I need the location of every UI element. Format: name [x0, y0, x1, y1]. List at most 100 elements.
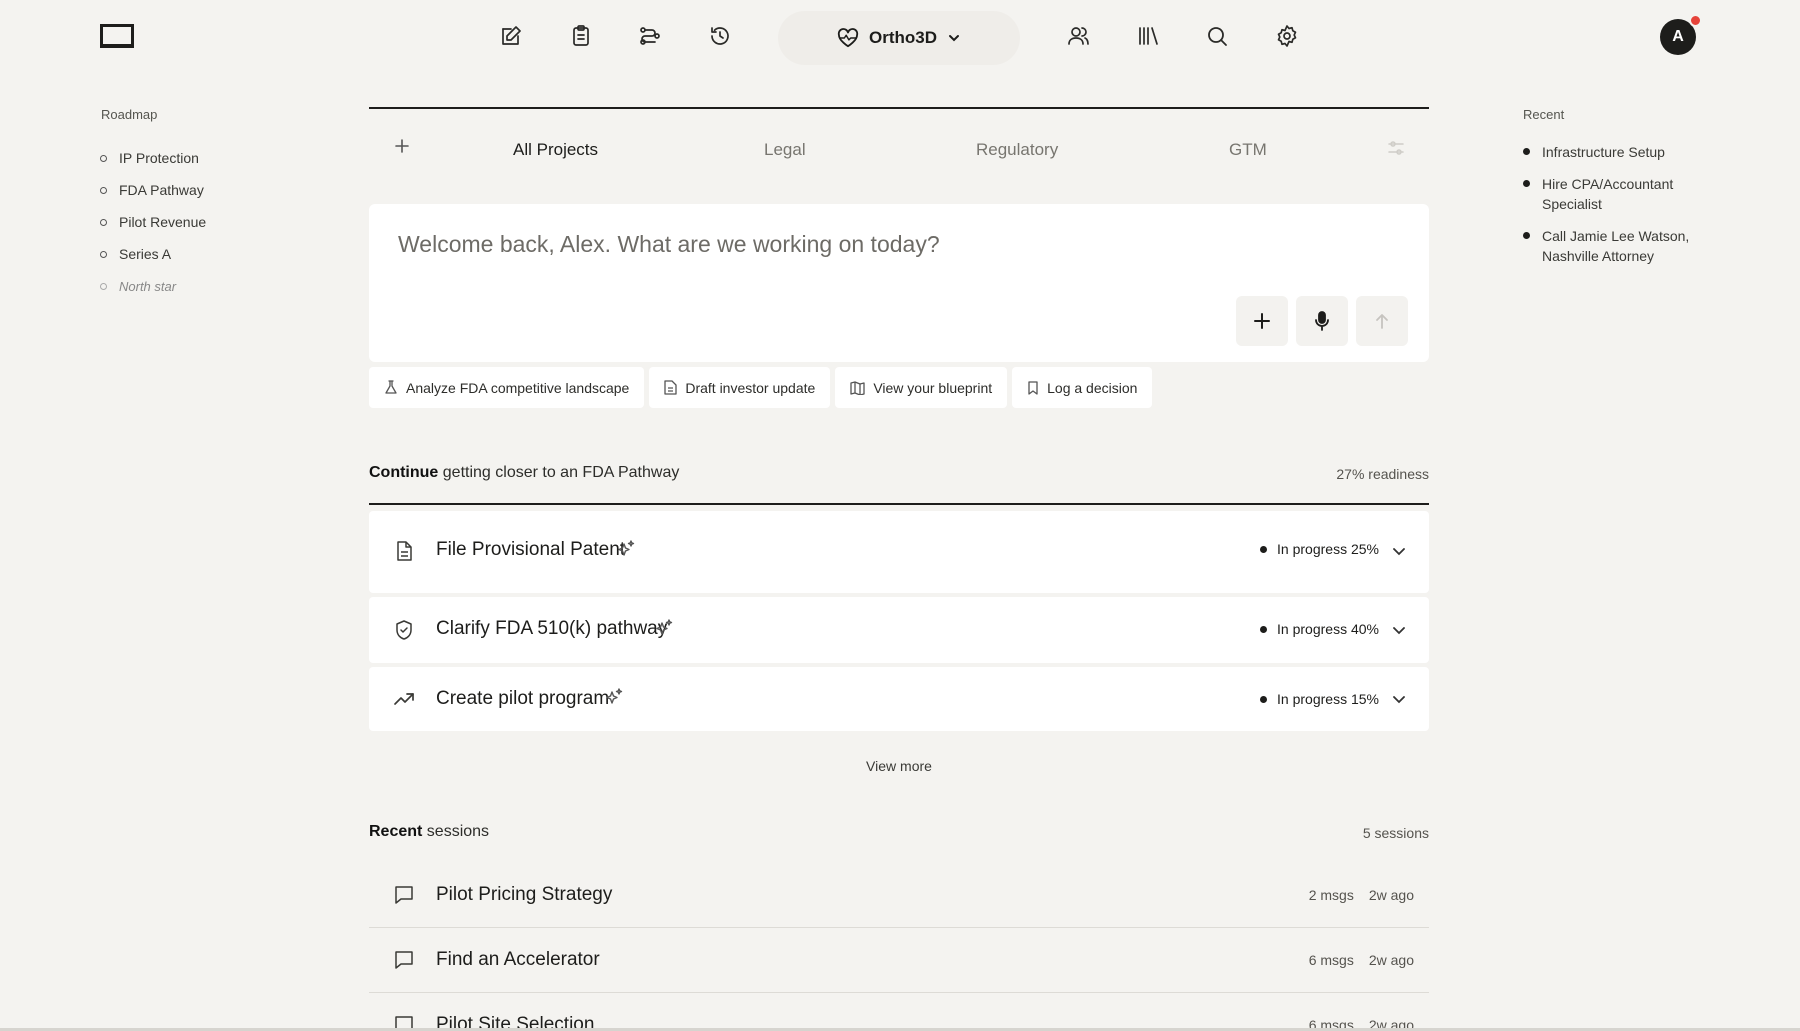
roadmap-title: Roadmap	[101, 107, 158, 122]
circle-icon	[100, 218, 107, 226]
roadmap-item-label: Pilot Revenue	[119, 214, 207, 230]
tab-all-projects[interactable]: All Projects	[513, 140, 598, 160]
add-tab-icon[interactable]	[394, 138, 410, 154]
chip-draft-investor-update[interactable]: Draft investor update	[649, 367, 831, 408]
project-name: Ortho3D	[869, 28, 937, 47]
chevron-down-icon	[947, 31, 961, 45]
status-badge: In progress 40%	[1260, 621, 1379, 637]
document-icon	[664, 380, 677, 395]
suggestion-chips: Analyze FDA competitive landscape Draft …	[369, 367, 1429, 408]
chip-label: Draft investor update	[685, 379, 816, 396]
flask-icon	[384, 380, 398, 395]
status-badge: In progress 15%	[1260, 691, 1379, 707]
session-row[interactable]: Find an Accelerator 6 msgs 2w ago	[369, 928, 1429, 993]
people-icon[interactable]	[1066, 24, 1090, 48]
sessions-heading: Recent sessions	[369, 823, 490, 840]
gear-icon[interactable]	[1275, 24, 1299, 48]
session-meta: 2 msgs 2w ago	[1308, 887, 1414, 903]
notification-dot	[1689, 14, 1702, 27]
tab-legal[interactable]: Legal	[764, 140, 806, 160]
circle-icon	[100, 282, 107, 290]
trend-up-icon	[393, 688, 415, 710]
recent-list: Infrastructure Setup Hire CPA/Accountant…	[1523, 142, 1693, 278]
chip-analyze-fda[interactable]: Analyze FDA competitive landscape	[369, 367, 645, 408]
roadmap-item-label: North star	[119, 278, 177, 294]
recent-item-label: Call Jamie Lee Watson, Nashville Attorne…	[1542, 228, 1690, 264]
history-icon[interactable]	[708, 24, 732, 48]
chip-view-blueprint[interactable]: View your blueprint	[835, 367, 1008, 408]
roadmap-item[interactable]: Series A	[100, 238, 206, 270]
readiness-label: 27% readiness	[1336, 466, 1429, 482]
task-row[interactable]: Create pilot program In progress 15%	[369, 667, 1429, 731]
session-row[interactable]: Pilot Pricing Strategy 2 msgs 2w ago	[369, 863, 1429, 928]
sparkle-icon	[605, 688, 623, 706]
session-row[interactable]: Pilot Site Selection 6 msgs 2w ago	[369, 993, 1429, 1031]
roadmap-item-north-star[interactable]: North star	[100, 270, 206, 302]
chip-label: Log a decision	[1047, 379, 1138, 396]
tab-gtm[interactable]: GTM	[1229, 140, 1267, 160]
roadmap-item-label: FDA Pathway	[119, 182, 204, 198]
divider	[369, 503, 1429, 505]
sparkle-icon	[617, 540, 635, 558]
project-switcher[interactable]: Ortho3D	[778, 11, 1020, 65]
roadmap-item-label: IP Protection	[119, 150, 199, 166]
session-title: Find an Accelerator	[436, 949, 600, 970]
task-label: File Provisional Patent	[436, 539, 626, 560]
composer-input[interactable]: Welcome back, Alex. What are we working …	[398, 231, 940, 258]
chat-bubble-icon	[393, 884, 415, 906]
divider	[369, 107, 1429, 109]
bullet-icon	[1523, 232, 1530, 239]
view-more-button[interactable]: View more	[369, 758, 1429, 774]
send-button[interactable]	[1356, 296, 1408, 346]
status-badge: In progress 25%	[1260, 541, 1379, 557]
clipboard-icon[interactable]	[569, 24, 593, 48]
task-label: Clarify FDA 510(k) pathway	[436, 618, 668, 639]
recent-item-label: Hire CPA/Accountant Specialist	[1542, 176, 1674, 212]
circle-icon	[100, 186, 107, 194]
map-icon	[850, 380, 865, 395]
continue-heading: Continue getting closer to an FDA Pathwa…	[369, 464, 680, 481]
arrow-up-icon	[1376, 314, 1388, 329]
project-tabs: All Projects Legal Regulatory GTM	[369, 130, 1429, 170]
session-meta: 6 msgs 2w ago	[1308, 952, 1414, 968]
chevron-down-icon[interactable]	[1391, 543, 1407, 559]
composer[interactable]: Welcome back, Alex. What are we working …	[369, 204, 1429, 362]
chat-bubble-icon	[393, 949, 415, 971]
edit-icon[interactable]	[499, 24, 523, 48]
sessions-count: 5 sessions	[1362, 825, 1429, 841]
recent-item[interactable]: Hire CPA/Accountant Specialist	[1523, 174, 1693, 214]
filter-icon[interactable]	[1387, 140, 1405, 156]
flow-icon[interactable]	[638, 24, 662, 48]
task-label: Create pilot program	[436, 688, 610, 709]
sparkle-icon	[655, 619, 673, 637]
shield-check-icon	[393, 619, 415, 641]
chip-log-decision[interactable]: Log a decision	[1012, 367, 1153, 408]
attach-button[interactable]	[1236, 296, 1288, 346]
search-icon[interactable]	[1205, 24, 1229, 48]
recent-item[interactable]: Call Jamie Lee Watson, Nashville Attorne…	[1523, 226, 1693, 266]
voice-button[interactable]	[1296, 296, 1348, 346]
tab-regulatory[interactable]: Regulatory	[976, 140, 1058, 160]
roadmap-item[interactable]: IP Protection	[100, 142, 206, 174]
document-icon	[393, 540, 415, 562]
session-title: Pilot Pricing Strategy	[436, 884, 613, 905]
task-row[interactable]: Clarify FDA 510(k) pathway In progress 4…	[369, 597, 1429, 663]
bullet-icon	[1523, 148, 1530, 155]
roadmap-item[interactable]: Pilot Revenue	[100, 206, 206, 238]
task-row[interactable]: File Provisional Patent In progress 25%	[369, 511, 1429, 593]
library-icon[interactable]	[1136, 24, 1160, 48]
bookmark-icon	[1027, 380, 1039, 395]
recent-item[interactable]: Infrastructure Setup	[1523, 142, 1693, 162]
chevron-down-icon[interactable]	[1391, 691, 1407, 707]
circle-icon	[100, 154, 107, 162]
recent-title: Recent	[1523, 107, 1565, 122]
bullet-icon	[1523, 180, 1530, 187]
microphone-icon	[1315, 311, 1329, 331]
roadmap-item[interactable]: FDA Pathway	[100, 174, 206, 206]
chevron-down-icon[interactable]	[1391, 622, 1407, 638]
chip-label: View your blueprint	[873, 379, 993, 396]
plus-icon	[1254, 313, 1270, 329]
circle-icon	[100, 250, 107, 258]
recent-item-label: Infrastructure Setup	[1542, 144, 1665, 160]
app-logo[interactable]	[100, 24, 134, 48]
